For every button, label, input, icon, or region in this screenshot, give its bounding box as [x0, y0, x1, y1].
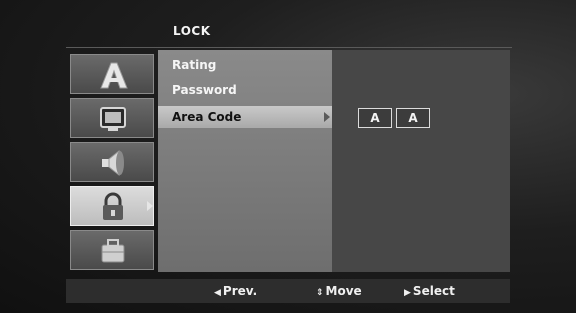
nav-select-label: Select	[412, 284, 455, 298]
lock-menu: Rating Password Area Code	[158, 50, 332, 272]
area-code-panel: A A	[332, 50, 510, 272]
nav-prev-label: Prev.	[222, 284, 258, 298]
navigation-hint-bar: ◀ Prev. ⇕ Move ▶ Select	[66, 279, 510, 303]
nav-select[interactable]: ▶ Select	[404, 279, 455, 303]
display-icon	[100, 107, 126, 131]
title-divider	[66, 47, 512, 48]
active-tab-pointer	[147, 201, 153, 211]
menu-item-area-code[interactable]: Area Code	[158, 106, 332, 128]
menu-item-label: Rating	[172, 58, 217, 72]
nav-move[interactable]: ⇕ Move	[316, 279, 362, 303]
others-icon	[101, 239, 125, 263]
audio-icon	[102, 149, 124, 177]
menu-item-label: Area Code	[172, 110, 242, 124]
tab-lock[interactable]	[70, 186, 154, 226]
menu-item-rating[interactable]: Rating	[158, 54, 332, 76]
category-icon-column	[66, 50, 158, 272]
menu-item-password[interactable]: Password	[158, 79, 332, 101]
menu-item-label: Password	[172, 83, 237, 97]
tab-audio[interactable]	[70, 142, 154, 182]
area-code-char-1[interactable]: A	[358, 108, 392, 128]
tab-display[interactable]	[70, 98, 154, 138]
page-title: LOCK	[173, 24, 211, 38]
lock-icon	[103, 192, 123, 220]
up-down-arrow-icon: ⇕	[316, 288, 324, 298]
tab-others[interactable]	[70, 230, 154, 270]
triangle-right-icon: ▶	[404, 288, 411, 298]
area-code-char-2[interactable]: A	[396, 108, 430, 128]
language-icon	[100, 62, 128, 89]
dvd-setup-screen: LOCK Rating Password Area Code A A ◀ Pre…	[0, 0, 576, 313]
triangle-left-icon: ◀	[214, 288, 221, 298]
nav-move-label: Move	[325, 284, 362, 298]
chevron-right-icon	[324, 112, 330, 122]
tab-language[interactable]	[70, 54, 154, 94]
nav-prev[interactable]: ◀ Prev.	[214, 279, 257, 303]
